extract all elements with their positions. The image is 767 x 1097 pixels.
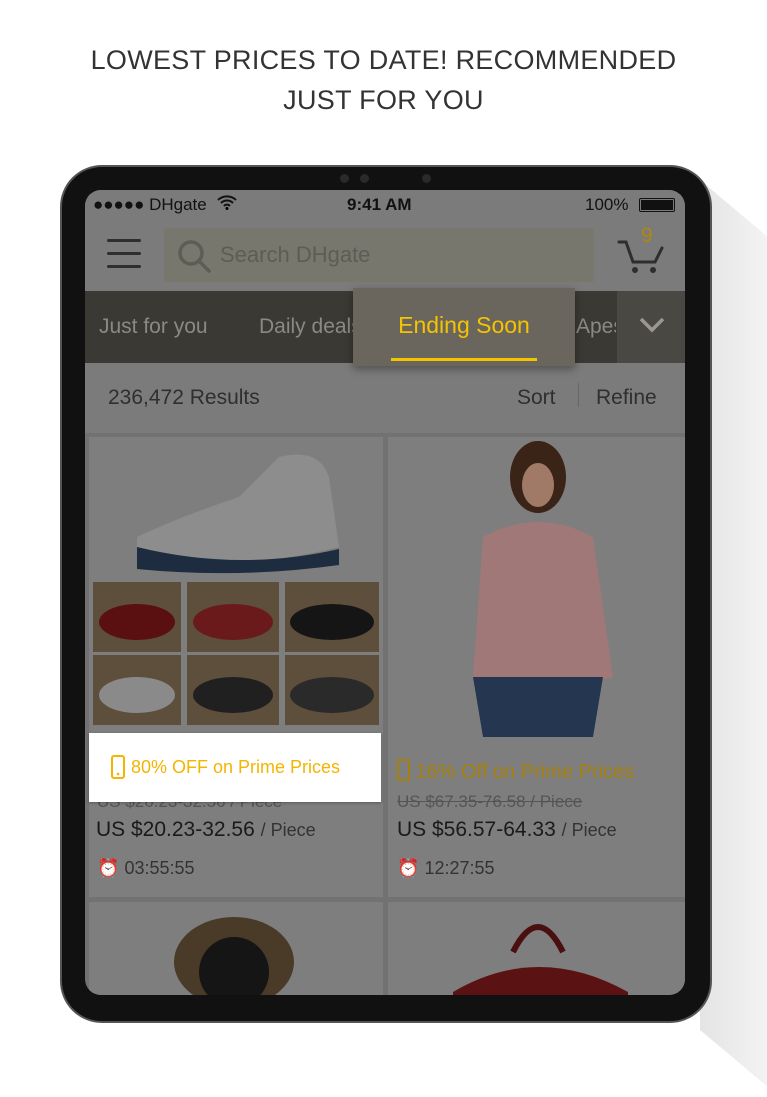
- promo-label: 16% Off on Prime Prices: [415, 761, 635, 783]
- product-image-handbag: [453, 924, 628, 995]
- divider: [578, 383, 579, 407]
- refine-button[interactable]: Refine: [596, 386, 657, 410]
- tab-daily-deals[interactable]: Daily deals: [259, 315, 355, 339]
- product-image-jacket: [174, 917, 294, 995]
- cart-count-badge: 9: [641, 224, 653, 247]
- alarm-clock-icon: ⏰: [97, 858, 120, 878]
- results-bar: 236,472 Results Sort Refine: [85, 363, 685, 433]
- headline-line-1: LOWEST PRICES TO DATE! RECOMMENDED: [90, 45, 677, 75]
- product-image-sneakers: [93, 454, 379, 725]
- carrier: ●●●●● DHgate: [93, 195, 207, 214]
- search-input[interactable]: Search DHgate: [164, 228, 594, 282]
- search-icon: [178, 240, 211, 273]
- battery-icon: [639, 198, 675, 212]
- product-image-blouse: [473, 441, 613, 737]
- tab-label: Ending Soon: [398, 312, 530, 338]
- phone-icon: [111, 755, 125, 779]
- results-count: 236,472 Results: [108, 386, 260, 409]
- sale-price: US $20.23-32.56: [96, 818, 255, 841]
- product-card[interactable]: 16% Off on Prime Prices US $67.35-76.58 …: [388, 437, 685, 897]
- hamburger-menu-icon[interactable]: [107, 239, 141, 273]
- battery-percent: 100%: [585, 195, 629, 214]
- sensor: [340, 174, 349, 183]
- tab-apes[interactable]: Apes: [576, 315, 616, 339]
- phone-icon: [397, 759, 410, 781]
- chevron-down-icon: [639, 317, 665, 333]
- promo-tooltip: 80% OFF on Prime Prices: [89, 733, 381, 802]
- camera: [360, 174, 369, 183]
- cart-button[interactable]: 9: [617, 224, 667, 280]
- original-price: US $67.35-76.58 / Piece: [397, 792, 583, 811]
- headline: LOWEST PRICES TO DATE! RECOMMENDED JUST …: [0, 40, 767, 120]
- app-screen: ●●●●● DHgate 9:41 AM 100% Search DHgate …: [85, 190, 685, 995]
- top-bar: Search DHgate 9: [85, 220, 685, 291]
- price-unit: / Piece: [561, 820, 617, 840]
- product-card[interactable]: US $26.23-32.56 / Piece US $20.23-32.56 …: [89, 437, 383, 897]
- countdown-timer: 12:27:55: [424, 858, 495, 878]
- headline-line-2: JUST FOR YOU: [283, 85, 484, 115]
- countdown-timer: 03:55:55: [124, 858, 195, 878]
- sensor: [422, 174, 431, 183]
- product-card[interactable]: [89, 902, 383, 995]
- sort-button[interactable]: Sort: [517, 386, 556, 410]
- product-card[interactable]: [388, 902, 685, 995]
- tab-just-for-you[interactable]: Just for you: [99, 315, 208, 339]
- sale-price: US $56.57-64.33: [397, 818, 556, 841]
- wifi-icon: [217, 194, 237, 215]
- more-tabs-button[interactable]: [617, 291, 685, 363]
- promo-label: 80% OFF on Prime Prices: [131, 757, 341, 777]
- search-placeholder: Search DHgate: [220, 242, 371, 267]
- active-tab-indicator: [391, 358, 537, 361]
- clock: 9:41 AM: [347, 195, 412, 214]
- price-unit: / Piece: [260, 820, 316, 840]
- tab-ending-soon[interactable]: Ending Soon: [353, 288, 575, 366]
- alarm-clock-icon: ⏰: [397, 858, 420, 878]
- status-bar: ●●●●● DHgate 9:41 AM 100%: [85, 190, 685, 220]
